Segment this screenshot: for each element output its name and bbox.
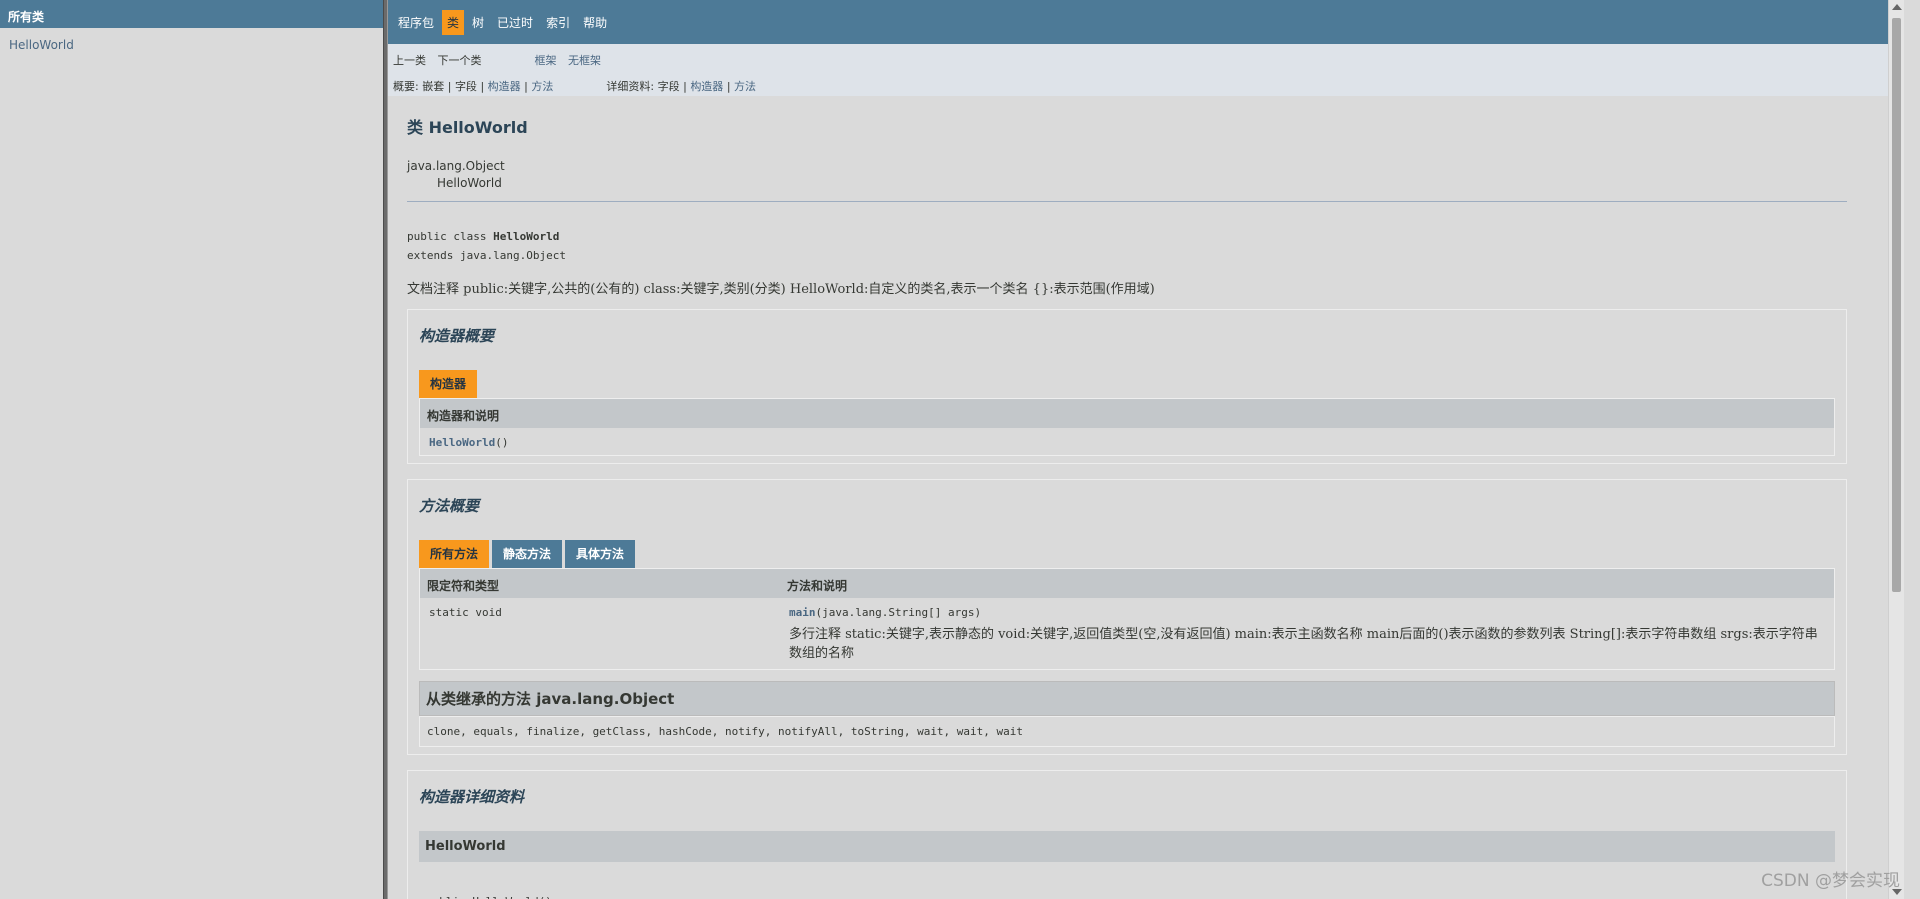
constructor-summary: 构造器概要 构造器 构造器和说明 HelloWorld() (407, 309, 1847, 464)
vertical-scrollbar[interactable] (1888, 0, 1904, 899)
right-frame: 程序包 类 树 已过时 索引 帮助 上一类 下一个类 框架 无框架 概要: 嵌套… (388, 0, 1904, 899)
tab-constructors[interactable]: 构造器 (419, 370, 478, 398)
constructor-detail-heading: 构造器详细资料 (419, 788, 525, 806)
inheritance-tree: java.lang.Object HelloWorld (407, 158, 1847, 192)
left-frame: 所有类 HelloWorld (0, 0, 383, 899)
table-row: HelloWorld() (419, 428, 1835, 456)
nav-index[interactable]: 索引 (541, 10, 575, 35)
summary-nested: 嵌套 (422, 80, 445, 93)
tab-static-methods[interactable]: 静态方法 (492, 540, 563, 568)
next-class: 下一个类 (437, 54, 482, 67)
inherited-methods-list: clone, equals, finalize, getClass, hashC… (419, 716, 1835, 747)
class-link-helloworld[interactable]: HelloWorld (9, 38, 74, 52)
class-doc-comment: 文档注释 public:关键字,公共的(公有的) class:关键字,类别(分类… (407, 282, 1155, 297)
method-modifier: static void (419, 598, 780, 670)
page-title: 类 HelloWorld (407, 118, 528, 137)
method-link-main[interactable]: main (789, 606, 816, 619)
constructor-col-header: 构造器和说明 (419, 398, 1835, 428)
constructor-detail-signature: public HelloWorld() (419, 862, 1835, 899)
method-description: 多行注释 static:关键字,表示静态的 void:关键字,返回值类型(空,没… (789, 627, 1818, 661)
inherited-methods-heading: 从类继承的方法 java.lang.Object (419, 681, 1835, 716)
nav-deprecated[interactable]: 已过时 (492, 10, 538, 35)
detail-method-link[interactable]: 方法 (734, 80, 756, 93)
constructor-link[interactable]: HelloWorld (429, 436, 495, 449)
constructor-summary-heading: 构造器概要 (419, 327, 495, 345)
detail-label: 详细资料: (606, 80, 655, 93)
constructor-detail: 构造器详细资料 HelloWorld public HelloWorld() (407, 770, 1847, 899)
constructor-table: 构造器和说明 HelloWorld() (419, 398, 1835, 456)
nav-tree[interactable]: 树 (467, 10, 489, 35)
summary-label: 概要: (393, 80, 419, 93)
nav-help[interactable]: 帮助 (578, 10, 612, 35)
class-name: HelloWorld (493, 230, 560, 243)
prev-class: 上一类 (393, 54, 426, 67)
method-table: 限定符和类型 方法和说明 static void main(java.lang.… (419, 568, 1835, 670)
watermark: CSDN @梦会实现 (1761, 871, 1900, 891)
summary-method-link[interactable]: 方法 (531, 80, 553, 93)
detail-field: 字段 (657, 80, 680, 93)
tab-concrete-methods[interactable]: 具体方法 (565, 540, 636, 568)
all-classes-header: 所有类 (0, 0, 383, 28)
scroll-up-icon[interactable] (1892, 4, 1902, 10)
nav-class[interactable]: 类 (442, 9, 465, 35)
table-row: static void main(java.lang.String[] args… (419, 598, 1835, 670)
divider-line (407, 201, 1847, 202)
extends-line: extends java.lang.Object (407, 249, 566, 262)
top-nav: 程序包 类 树 已过时 索引 帮助 (388, 0, 1904, 44)
no-frames-link[interactable]: 无框架 (568, 54, 601, 67)
tab-all-methods[interactable]: 所有方法 (419, 540, 490, 568)
summary-field: 字段 (454, 80, 477, 93)
inherit-child: HelloWorld (437, 176, 502, 190)
method-summary: 方法概要 所有方法 静态方法 具体方法 限定符和类型 方法和说明 static … (407, 479, 1847, 755)
method-summary-heading: 方法概要 (419, 497, 480, 515)
class-content: 类 HelloWorld java.lang.Object HelloWorld… (388, 96, 1866, 899)
class-list: HelloWorld (0, 28, 383, 62)
nav-package[interactable]: 程序包 (393, 10, 439, 35)
class-signature: public class HelloWorld extends java.lan… (407, 227, 1847, 265)
constructor-detail-name: HelloWorld (419, 831, 1835, 862)
modifier-col-header: 限定符和类型 (419, 568, 780, 598)
sub-nav: 上一类 下一个类 框架 无框架 概要: 嵌套 | 字段 | 构造器 | 方法 详… (388, 44, 1904, 96)
summary-constructor-link[interactable]: 构造器 (488, 80, 521, 93)
method-col-header: 方法和说明 (780, 568, 1835, 598)
scrollbar-thumb[interactable] (1892, 18, 1901, 592)
detail-constructor-link[interactable]: 构造器 (690, 80, 723, 93)
frames-link[interactable]: 框架 (535, 54, 557, 67)
inherit-root: java.lang.Object (407, 159, 505, 173)
